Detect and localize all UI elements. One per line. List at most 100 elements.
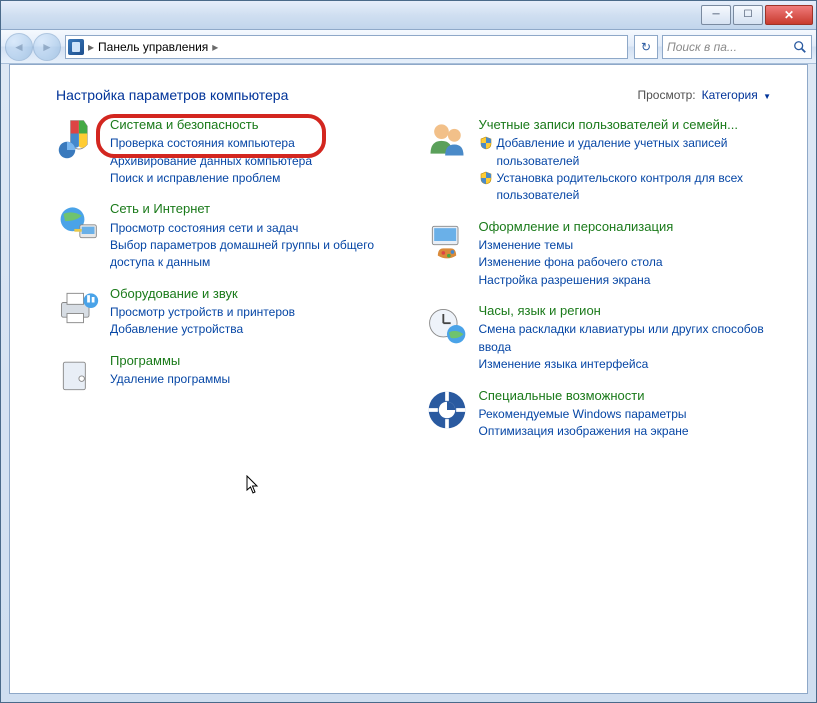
task-link[interactable]: Архивирование данных компьютера	[110, 153, 403, 170]
task-label: Удаление программы	[110, 371, 230, 388]
task-link[interactable]: Смена раскладки клавиатуры или других сп…	[479, 321, 772, 356]
view-by-value: Категория	[702, 88, 758, 102]
category-body: Сеть и Интернет Просмотр состояния сети и…	[110, 201, 403, 271]
breadcrumb-sep: ▸	[88, 40, 94, 54]
category-title-link[interactable]: Учетные записи пользователей и семейн...	[479, 117, 772, 133]
page-title: Настройка параметров компьютера	[56, 87, 288, 103]
task-link[interactable]: Проверка состояния компьютера	[110, 135, 403, 152]
task-label: Оптимизация изображения на экране	[479, 423, 689, 440]
category-item: Учетные записи пользователей и семейн...…	[425, 117, 772, 205]
task-link[interactable]: Рекомендуемые Windows параметры	[479, 406, 772, 423]
column-left: Система и безопасность Проверка состояния…	[56, 117, 403, 455]
task-label: Рекомендуемые Windows параметры	[479, 406, 687, 423]
minimize-icon: ─	[712, 10, 719, 20]
palette-icon	[425, 219, 469, 263]
category-body: Система и безопасность Проверка состояния…	[110, 117, 403, 187]
view-by: Просмотр: Категория ▼	[637, 88, 771, 102]
breadcrumb-sep: ▸	[212, 40, 218, 54]
task-label: Изменение фона рабочего стола	[479, 254, 663, 271]
shield-pie-icon	[56, 117, 100, 161]
category-columns: Система и безопасность Проверка состояния…	[56, 117, 771, 455]
refresh-button[interactable]: ↻	[634, 35, 658, 59]
window: ─ ☐ ✕ ◄ ► ▸ Панель управления ▸ ↻ Пои	[0, 0, 817, 703]
task-link[interactable]: Изменение фона рабочего стола	[479, 254, 772, 271]
category-body: Учетные записи пользователей и семейн...…	[479, 117, 772, 205]
minimize-button[interactable]: ─	[701, 5, 731, 25]
search-input[interactable]: Поиск в па...	[662, 35, 812, 59]
task-label: Изменение темы	[479, 237, 574, 254]
task-label: Поиск и исправление проблем	[110, 170, 280, 187]
address-bar[interactable]: ▸ Панель управления ▸	[65, 35, 628, 59]
uac-shield-icon	[479, 136, 493, 150]
titlebar: ─ ☐ ✕	[1, 1, 816, 30]
category-item: Оформление и персонализация Изменение тем…	[425, 219, 772, 289]
task-label: Смена раскладки клавиатуры или других сп…	[479, 321, 772, 356]
search-icon	[793, 40, 807, 54]
category-body: Специальные возможности Рекомендуемые Win…	[479, 388, 772, 441]
content-pane: Настройка параметров компьютера Просмотр…	[9, 64, 808, 694]
task-link[interactable]: Добавление и удаление учетных записей по…	[479, 135, 772, 170]
category-title-link[interactable]: Оформление и персонализация	[479, 219, 772, 235]
task-link[interactable]: Добавление устройства	[110, 321, 403, 338]
task-link[interactable]: Удаление программы	[110, 371, 403, 388]
task-link[interactable]: Просмотр устройств и принтеров	[110, 304, 403, 321]
category-body: Программы Удаление программы	[110, 353, 403, 397]
task-link[interactable]: Выбор параметров домашней группы и общег…	[110, 237, 403, 272]
users-icon	[425, 117, 469, 161]
task-label: Архивирование данных компьютера	[110, 153, 312, 170]
task-label: Выбор параметров домашней группы и общег…	[110, 237, 403, 272]
category-title-link[interactable]: Сеть и Интернет	[110, 201, 403, 217]
category-title-link[interactable]: Специальные возможности	[479, 388, 772, 404]
task-label: Установка родительского контроля для все…	[497, 170, 772, 205]
category-title-link[interactable]: Оборудование и звук	[110, 286, 403, 302]
maximize-button[interactable]: ☐	[733, 5, 763, 25]
task-link[interactable]: Изменение языка интерфейса	[479, 356, 772, 373]
ease-icon	[425, 388, 469, 432]
task-link[interactable]: Оптимизация изображения на экране	[479, 423, 772, 440]
task-label: Добавление и удаление учетных записей по…	[497, 135, 772, 170]
back-button[interactable]: ◄	[5, 33, 33, 61]
navigation-bar: ◄ ► ▸ Панель управления ▸ ↻ Поиск в па..…	[1, 30, 816, 64]
task-link[interactable]: Настройка разрешения экрана	[479, 272, 772, 289]
uac-shield-icon	[479, 171, 493, 185]
category-title-link[interactable]: Часы, язык и регион	[479, 303, 772, 319]
disc-box-icon	[56, 353, 100, 397]
category-body: Часы, язык и регион Смена раскладки клави…	[479, 303, 772, 373]
close-button[interactable]: ✕	[765, 5, 813, 25]
category-body: Оборудование и звук Просмотр устройств и …	[110, 286, 403, 339]
maximize-icon: ☐	[744, 10, 753, 20]
heading-row: Настройка параметров компьютера Просмотр…	[56, 87, 771, 103]
search-placeholder: Поиск в па...	[667, 40, 789, 54]
forward-button[interactable]: ►	[33, 33, 61, 61]
task-link[interactable]: Установка родительского контроля для все…	[479, 170, 772, 205]
task-link[interactable]: Поиск и исправление проблем	[110, 170, 403, 187]
task-label: Просмотр состояния сети и задач	[110, 220, 298, 237]
task-label: Проверка состояния компьютера	[110, 135, 295, 152]
task-link[interactable]: Просмотр состояния сети и задач	[110, 220, 403, 237]
category-item: Специальные возможности Рекомендуемые Win…	[425, 388, 772, 441]
breadcrumb-text[interactable]: Панель управления	[98, 40, 208, 54]
printer-icon	[56, 286, 100, 330]
view-by-dropdown[interactable]: Категория ▼	[702, 88, 771, 102]
task-label: Добавление устройства	[110, 321, 243, 338]
category-item: Оборудование и звук Просмотр устройств и …	[56, 286, 403, 339]
back-icon: ◄	[13, 40, 25, 54]
close-icon: ✕	[784, 9, 794, 21]
category-item: Система и безопасность Проверка состояния…	[56, 117, 403, 187]
globe-net-icon	[56, 201, 100, 245]
clock-globe-icon	[425, 303, 469, 347]
task-label: Просмотр устройств и принтеров	[110, 304, 295, 321]
forward-icon: ►	[41, 40, 53, 54]
task-label: Настройка разрешения экрана	[479, 272, 651, 289]
category-title-link[interactable]: Программы	[110, 353, 403, 369]
refresh-icon: ↻	[641, 40, 651, 54]
category-item: Часы, язык и регион Смена раскладки клави…	[425, 303, 772, 373]
category-title-link[interactable]: Система и безопасность	[110, 117, 403, 133]
task-label: Изменение языка интерфейса	[479, 356, 649, 373]
control-panel-icon	[68, 39, 84, 55]
category-item: Сеть и Интернет Просмотр состояния сети и…	[56, 201, 403, 271]
column-right: Учетные записи пользователей и семейн...…	[425, 117, 772, 455]
category-item: Программы Удаление программы	[56, 353, 403, 397]
cursor-icon	[246, 475, 260, 495]
task-link[interactable]: Изменение темы	[479, 237, 772, 254]
